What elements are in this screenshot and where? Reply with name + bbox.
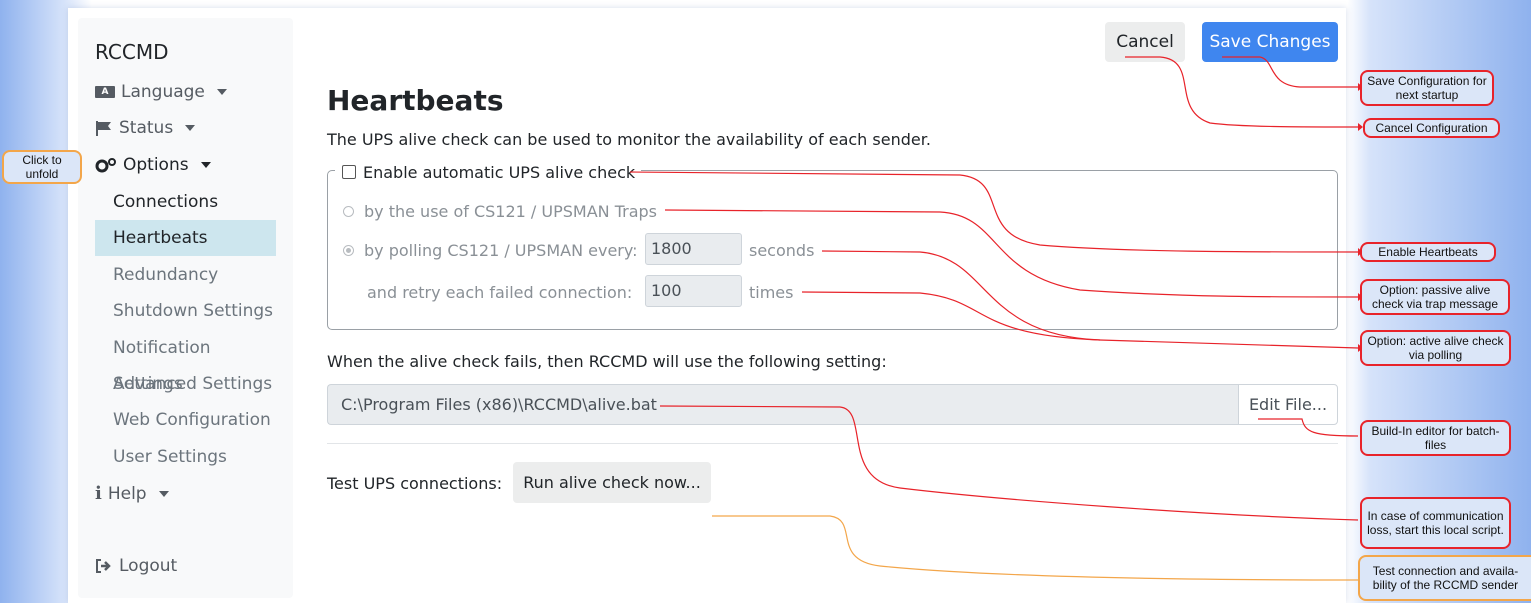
line-editor [1258,418,1359,437]
line-active-2 [801,291,1101,341]
callout-test: Test connection and availa-bility of the… [1358,555,1531,601]
callout-enable: Enable Heartbeats [1360,242,1496,262]
line-active [821,250,1359,349]
callout-editor: Build-In editor for batch-files [1360,420,1511,456]
callout-unfold: Click to unfold [2,150,82,184]
callout-save: Save Configuration for next startup [1360,70,1494,106]
line-passive [664,209,1359,298]
line-save [1222,56,1358,88]
annotation-lines [629,56,1363,581]
callout-script: In case of communication loss, start thi… [1360,497,1511,549]
callout-passive: Option: passive alive check via trap mes… [1360,279,1510,315]
callout-cancel: Cancel Configuration [1363,118,1500,138]
callout-active: Option: active alive check via polling [1360,330,1511,366]
line-enable [629,171,1359,253]
line-cancel [1125,56,1359,128]
line-test [712,515,1359,581]
line-script [659,405,1359,521]
